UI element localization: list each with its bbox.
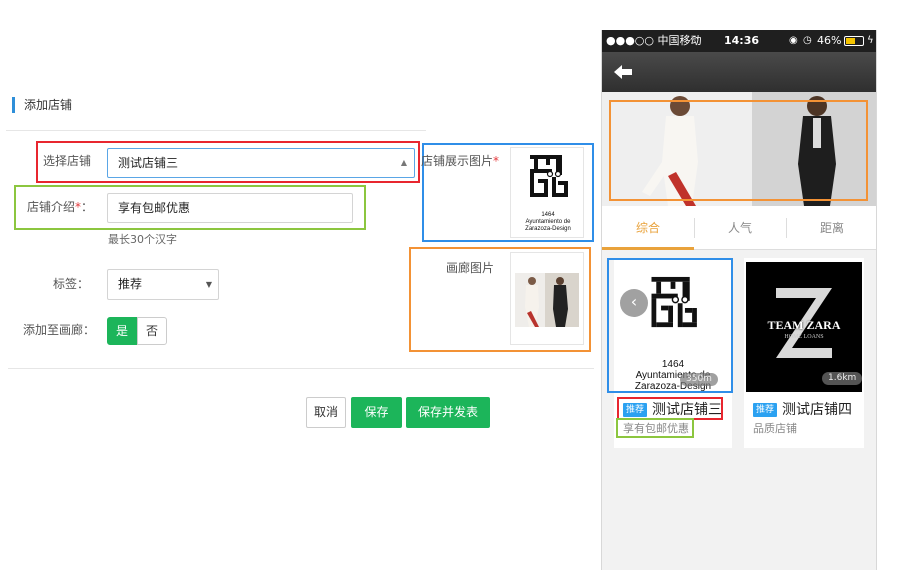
add-to-gallery-label: 添加至画廊： bbox=[23, 323, 96, 337]
alarm-icon: ◷ bbox=[803, 35, 812, 46]
tab-comprehensive[interactable]: 综合 bbox=[602, 206, 694, 250]
caret-up-icon: ▲ bbox=[400, 158, 407, 167]
tag-label: 标签： bbox=[53, 277, 90, 291]
add-to-gallery-no-button[interactable]: 否 bbox=[137, 317, 167, 345]
caret-down-icon: ▼ bbox=[205, 280, 212, 289]
carrier-text: ●●●○○ 中国移动 bbox=[606, 34, 702, 47]
card-image-highlight bbox=[607, 258, 733, 393]
store-card[interactable]: TEAM ZARA HOME LOANS 1.6km 推荐 测试店铺四 品质店铺 bbox=[744, 258, 864, 448]
tab-popularity[interactable]: 人气 bbox=[694, 206, 786, 250]
display-image-caption: 1464 Ayuntamiento de Zarazoza-Design bbox=[525, 212, 571, 232]
phone-preview: ●●●○○ 中国移动 ◠ 14:36 ◉ ◷ 46% ϟ 综合 人气 距离 14… bbox=[601, 30, 877, 570]
display-image-upload[interactable]: 1464 Ayuntamiento de Zarazoza-Design bbox=[510, 147, 584, 238]
card-title-highlight bbox=[617, 397, 723, 420]
display-image-label: 店铺展示图片* bbox=[421, 154, 500, 168]
status-time: 14:36 bbox=[724, 34, 760, 47]
back-arrow-icon[interactable] bbox=[612, 62, 634, 82]
card-desc-highlight bbox=[616, 418, 694, 438]
tab-distance[interactable]: 距离 bbox=[786, 206, 876, 250]
battery-percent: 46% bbox=[817, 34, 842, 47]
team-zara-subtitle: HOME LOANS bbox=[784, 334, 824, 340]
lock-rotation-icon: ◉ bbox=[789, 35, 798, 46]
battery-icon bbox=[844, 36, 864, 46]
distance-badge: 1.6km bbox=[822, 372, 863, 385]
zarazoza-logo-icon bbox=[530, 155, 568, 197]
store-intro-hint: 最长30个汉字 bbox=[108, 233, 177, 246]
cancel-button[interactable]: 取消 bbox=[306, 397, 346, 428]
gallery-image-label: 画廊图片 bbox=[446, 261, 495, 275]
hero-highlight bbox=[609, 100, 868, 201]
section-title: 添加店铺 bbox=[12, 97, 72, 113]
store-intro-label: 店铺介绍*： bbox=[27, 200, 94, 214]
nav-bar bbox=[602, 52, 876, 92]
footer-divider bbox=[8, 368, 594, 369]
charging-icon: ϟ bbox=[867, 35, 874, 46]
card-title: 推荐 测试店铺四 bbox=[753, 400, 852, 420]
store-intro-input[interactable]: 享有包邮优惠 bbox=[107, 193, 353, 223]
gallery-image-upload[interactable] bbox=[510, 252, 584, 345]
save-and-publish-button[interactable]: 保存并发表 bbox=[406, 397, 490, 428]
recommend-badge: 推荐 bbox=[753, 403, 778, 417]
status-bar: ●●●○○ 中国移动 ◠ 14:36 ◉ ◷ 46% ϟ bbox=[602, 30, 876, 52]
tag-select[interactable]: 推荐 ▼ bbox=[107, 269, 219, 300]
gallery-thumbnail-image bbox=[515, 273, 579, 327]
wifi-icon: ◠ bbox=[690, 35, 699, 46]
team-zara-logo-image: TEAM ZARA HOME LOANS 1.6km bbox=[746, 262, 863, 392]
store-select-label: 选择店铺 bbox=[43, 154, 92, 168]
add-to-gallery-yes-button[interactable]: 是 bbox=[107, 317, 137, 345]
team-zara-title: TEAM ZARA bbox=[767, 318, 841, 332]
active-tab-indicator bbox=[602, 247, 694, 250]
header-divider bbox=[6, 130, 426, 131]
card-description: 品质店铺 bbox=[753, 422, 797, 435]
sort-tabs: 综合 人气 距离 bbox=[602, 206, 876, 250]
tag-select-value: 推荐 bbox=[118, 277, 143, 291]
save-button[interactable]: 保存 bbox=[351, 397, 402, 428]
store-select-value: 测试店铺三 bbox=[118, 156, 179, 170]
store-select[interactable]: 测试店铺三 ▲ bbox=[107, 148, 415, 178]
